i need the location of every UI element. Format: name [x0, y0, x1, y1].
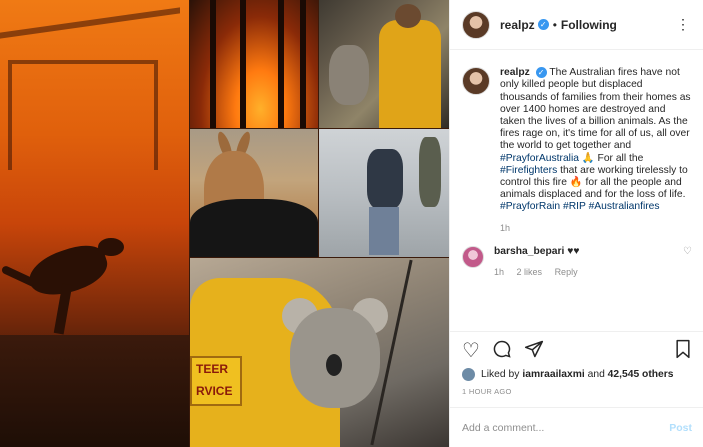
caption-body: realpz ✓ The Australian fires have not o…	[500, 67, 692, 234]
firefighter-jacket	[379, 20, 441, 128]
following-button[interactable]: Following	[561, 18, 617, 32]
post-sidebar: realpz ✓ • Following ⋮ realpz ✓ The Aust…	[449, 0, 703, 447]
comment-item: barsha_bepari ♥♥ 1h 2 likes Reply ♡	[462, 245, 692, 277]
liker-username[interactable]: iamraailaxmi	[522, 369, 584, 380]
bookmark-icon[interactable]	[674, 339, 692, 363]
avatar[interactable]	[462, 10, 490, 39]
forest-fire-photo	[190, 0, 318, 128]
person-shape	[367, 149, 403, 209]
post-actions: ♡ Liked by iamraailaxmi and 42,545 other…	[450, 331, 703, 396]
more-options-icon[interactable]: ⋮	[676, 16, 691, 33]
caption-text: The Australian fires have not only kille…	[500, 67, 691, 212]
caption-time[interactable]: 1h	[500, 222, 692, 234]
person-legs	[369, 207, 399, 255]
post-timestamp[interactable]: 1 HOUR AGO	[462, 387, 692, 396]
ground-shape	[0, 335, 189, 447]
header-username[interactable]: realpz	[500, 18, 535, 32]
comment-likes[interactable]: 2 likes	[517, 267, 543, 277]
tree-trunk	[278, 0, 284, 128]
person-shape	[419, 137, 441, 207]
hashtag-link[interactable]: #PrayforAustralia	[500, 153, 579, 164]
koala-shape	[329, 45, 369, 105]
like-heart-icon[interactable]: ♡	[462, 341, 480, 361]
likes-prefix: Liked by	[481, 369, 520, 380]
liker-avatar[interactable]	[462, 368, 475, 381]
caption-text-segment: 🙏 For all the	[578, 152, 644, 164]
comment-time[interactable]: 1h	[494, 267, 504, 277]
firefighter-koala-water-photo	[319, 0, 449, 128]
caption-text-segment: The Australian fires have not only kille…	[500, 67, 691, 152]
likes-mid: and	[584, 369, 608, 380]
person-shape	[190, 199, 318, 257]
comment-username[interactable]: barsha_bepari	[494, 246, 564, 257]
caption: realpz ✓ The Australian fires have not o…	[462, 67, 692, 234]
koala-nose	[326, 354, 342, 376]
kangaroo-head	[98, 238, 124, 256]
post-button[interactable]: Post	[669, 422, 692, 434]
tree-trunk	[210, 0, 216, 128]
verified-badge-icon: ✓	[537, 19, 549, 30]
kangaroo-hug-photo	[190, 129, 318, 257]
verified-badge-icon: ✓	[535, 67, 547, 78]
comments-section[interactable]: realpz ✓ The Australian fires have not o…	[450, 51, 703, 331]
reply-button[interactable]: Reply	[555, 267, 578, 277]
likes-summary: Liked by iamraailaxmi and 42,545 others	[462, 368, 692, 381]
caption-username[interactable]: realpz	[500, 67, 530, 78]
tree-trunk	[300, 0, 306, 128]
firefighter-head	[395, 4, 421, 28]
tree-trunk	[240, 0, 246, 128]
hashtag-link[interactable]: #Australianfires	[589, 201, 660, 212]
post-photo-collage[interactable]: TEER RVICE	[0, 0, 449, 447]
share-plane-icon[interactable]	[524, 339, 544, 363]
comment-text: ♥♥	[567, 245, 580, 257]
comment-like-heart-icon[interactable]: ♡	[683, 246, 692, 257]
comment-meta: 1h 2 likes Reply	[494, 267, 588, 277]
smoke-rescue-photo	[319, 129, 449, 257]
hashtag-link[interactable]: #Firefighters	[500, 165, 557, 176]
avatar[interactable]	[462, 245, 484, 268]
add-comment-input[interactable]	[462, 421, 670, 434]
hashtag-link[interactable]: #PrayforRain	[500, 201, 560, 212]
add-comment-bar: Post	[450, 407, 703, 447]
firefighter-holding-koala-photo: TEER RVICE	[190, 258, 449, 447]
house-frame-shape	[8, 60, 158, 170]
hashtag-link[interactable]: #RIP	[563, 201, 586, 212]
likes-count[interactable]: 42,545 others	[608, 369, 674, 380]
action-icons: ♡	[462, 339, 692, 363]
comment-body: barsha_bepari ♥♥ 1h 2 likes Reply	[494, 246, 588, 277]
comment-bubble-icon[interactable]	[492, 339, 512, 363]
post-header: realpz ✓ • Following ⋮	[450, 0, 703, 50]
avatar[interactable]	[462, 67, 490, 95]
separator-dot: •	[552, 17, 557, 32]
burning-house-kangaroo-photo	[0, 0, 189, 447]
jacket-patch: TEER RVICE	[190, 356, 242, 406]
